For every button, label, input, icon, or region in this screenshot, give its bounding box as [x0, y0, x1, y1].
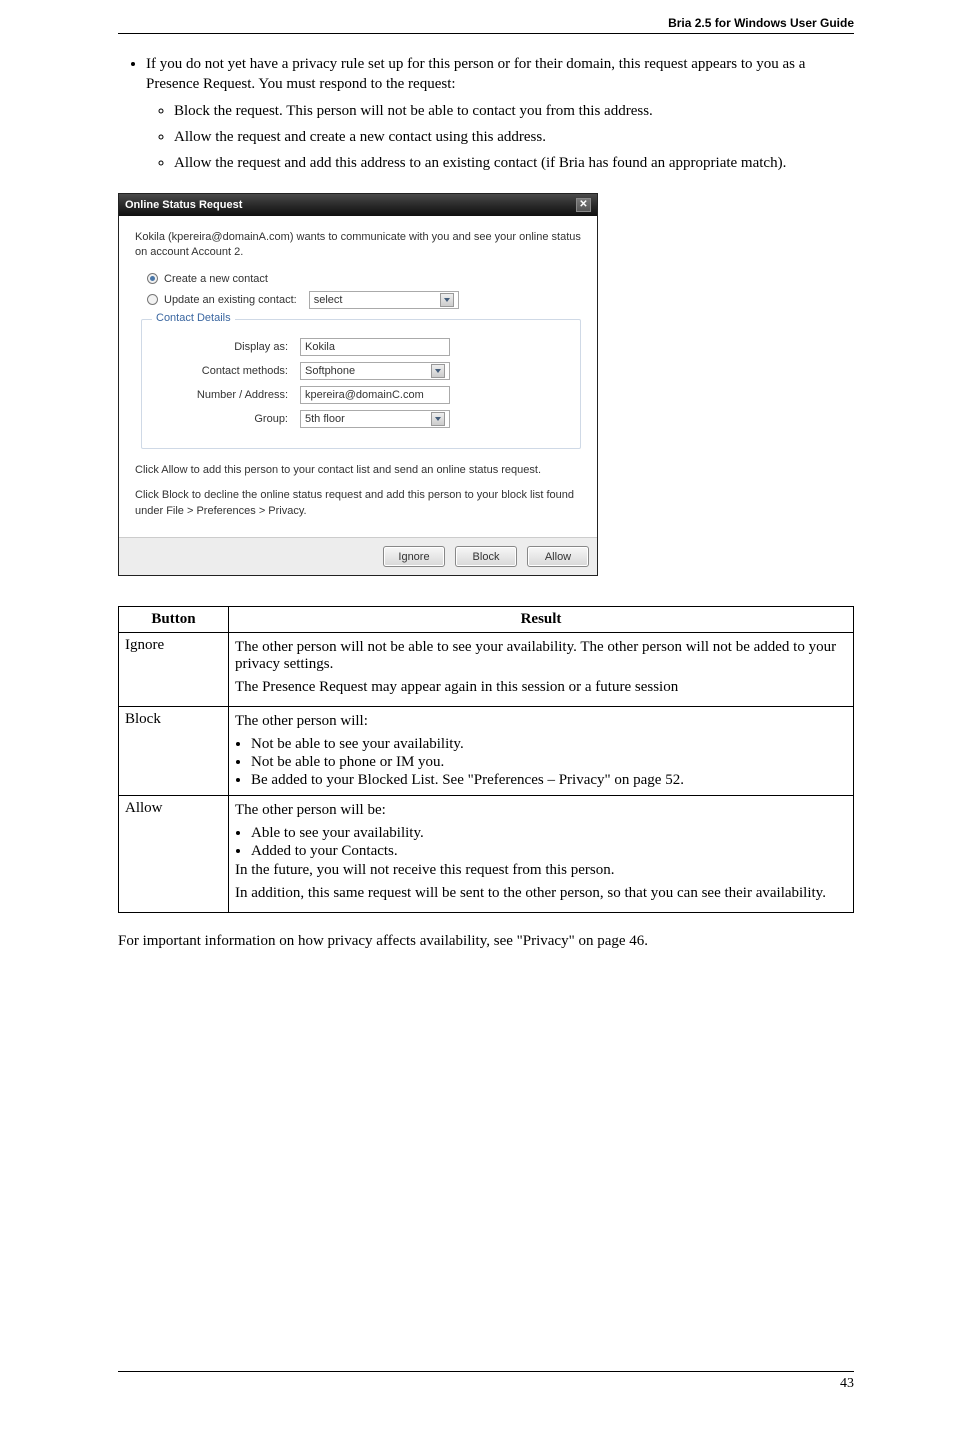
- cell-allow-label: Allow: [119, 796, 229, 913]
- intro-sub-1: Block the request. This person will not …: [174, 101, 854, 121]
- dialog-title: Online Status Request: [125, 199, 242, 211]
- display-as-label: Display as:: [154, 341, 294, 353]
- online-status-request-dialog: Online Status Request ✕ Kokila (kpereira…: [118, 193, 598, 576]
- allow-b1: Able to see your availability.: [251, 825, 847, 842]
- intro-sub-3: Allow the request and add this address t…: [174, 153, 854, 173]
- update-existing-value: select: [314, 294, 343, 306]
- radio-unselected-icon: [147, 294, 158, 305]
- closing-paragraph: For important information on how privacy…: [118, 931, 854, 951]
- radio-create-new-contact[interactable]: Create a new contact: [147, 273, 581, 285]
- contact-methods-value: Softphone: [305, 365, 355, 377]
- ignore-p2: The Presence Request may appear again in…: [235, 679, 847, 696]
- chevron-down-icon: [431, 412, 445, 426]
- group-value: 5th floor: [305, 413, 345, 425]
- page-footer: 43: [118, 1371, 854, 1392]
- contact-methods-label: Contact methods:: [154, 365, 294, 377]
- dialog-intro-text: Kokila (kpereira@domainA.com) wants to c…: [135, 230, 581, 259]
- allow-lead: The other person will be:: [235, 802, 847, 819]
- intro-item-1: If you do not yet have a privacy rule se…: [146, 56, 805, 92]
- table-header-button: Button: [119, 607, 229, 633]
- cell-ignore-result: The other person will not be able to see…: [229, 633, 854, 707]
- cell-ignore-label: Ignore: [119, 633, 229, 707]
- intro-sub-2: Allow the request and create a new conta…: [174, 127, 854, 147]
- chevron-down-icon: [440, 293, 454, 307]
- allow-p2: In addition, this same request will be s…: [235, 885, 847, 902]
- number-address-label: Number / Address:: [154, 389, 294, 401]
- page-number: 43: [840, 1376, 854, 1391]
- block-button[interactable]: Block: [455, 546, 517, 567]
- allow-b2: Added to your Contacts.: [251, 843, 847, 860]
- cell-allow-result: The other person will be: Able to see yo…: [229, 796, 854, 913]
- page-header: Bria 2.5 for Windows User Guide: [118, 16, 854, 34]
- radio-update-label: Update an existing contact:: [164, 294, 297, 306]
- contact-methods-select[interactable]: Softphone: [300, 362, 450, 380]
- dialog-instructions-1: Click Allow to add this person to your c…: [135, 463, 581, 478]
- number-address-value: kpereira@domainC.com: [305, 389, 424, 401]
- table-row: Ignore The other person will not be able…: [119, 633, 854, 707]
- block-lead: The other person will:: [235, 713, 847, 730]
- table-row: Block The other person will: Not be able…: [119, 707, 854, 796]
- allow-button[interactable]: Allow: [527, 546, 589, 567]
- block-b1: Not be able to see your availability.: [251, 736, 847, 753]
- dialog-instructions-2: Click Block to decline the online status…: [135, 488, 581, 519]
- result-table: Button Result Ignore The other person wi…: [118, 606, 854, 913]
- close-icon[interactable]: ✕: [576, 198, 591, 212]
- display-as-value: Kokila: [305, 341, 335, 353]
- ignore-button[interactable]: Ignore: [383, 546, 445, 567]
- radio-selected-icon: [147, 273, 158, 284]
- ignore-p1: The other person will not be able to see…: [235, 639, 847, 673]
- update-existing-select[interactable]: select: [309, 291, 459, 309]
- contact-details-legend: Contact Details: [152, 312, 235, 324]
- radio-create-label: Create a new contact: [164, 273, 268, 285]
- display-as-input[interactable]: Kokila: [300, 338, 450, 356]
- number-address-input[interactable]: kpereira@domainC.com: [300, 386, 450, 404]
- cell-block-label: Block: [119, 707, 229, 796]
- table-header-result: Result: [229, 607, 854, 633]
- contact-details-fieldset: Contact Details Display as: Kokila Conta…: [141, 319, 581, 449]
- cell-block-result: The other person will: Not be able to se…: [229, 707, 854, 796]
- radio-update-existing-contact[interactable]: Update an existing contact: select: [147, 291, 581, 309]
- intro-list: If you do not yet have a privacy rule se…: [118, 54, 854, 173]
- group-label: Group:: [154, 413, 294, 425]
- allow-p1: In the future, you will not receive this…: [235, 862, 847, 879]
- chevron-down-icon: [431, 364, 445, 378]
- block-b2: Not be able to phone or IM you.: [251, 754, 847, 771]
- table-row: Allow The other person will be: Able to …: [119, 796, 854, 913]
- block-b3: Be added to your Blocked List. See "Pref…: [251, 772, 847, 789]
- dialog-button-bar: Ignore Block Allow: [119, 537, 597, 575]
- group-select[interactable]: 5th floor: [300, 410, 450, 428]
- dialog-titlebar: Online Status Request ✕: [119, 194, 597, 216]
